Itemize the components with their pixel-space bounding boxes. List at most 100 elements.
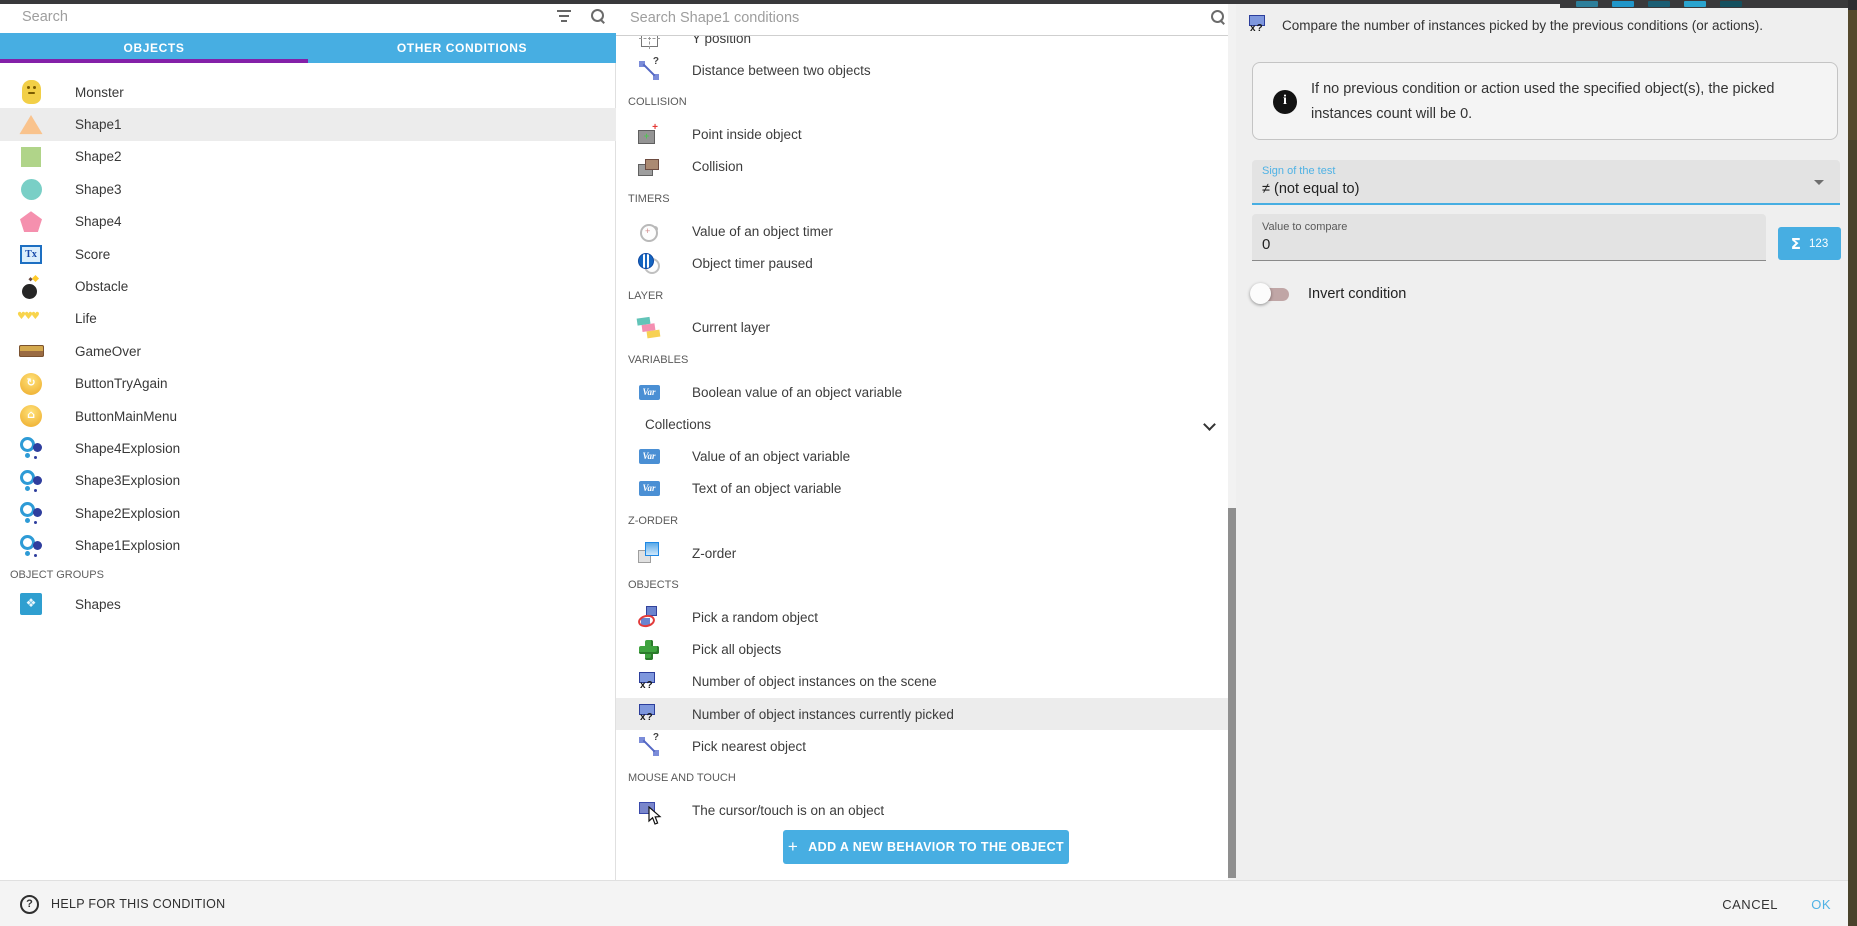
invert-condition-toggle[interactable] bbox=[1250, 282, 1294, 306]
condition-section-header: LAYER bbox=[616, 280, 1236, 312]
object-label: Shapes bbox=[75, 597, 121, 612]
help-icon bbox=[20, 895, 39, 914]
condition-label: Object timer paused bbox=[692, 256, 813, 271]
object-list-item[interactable]: Score bbox=[0, 238, 616, 270]
icon-box bbox=[18, 275, 44, 299]
scrollbar-thumb[interactable] bbox=[1228, 508, 1236, 878]
gameover-icon bbox=[19, 345, 44, 357]
monster-icon bbox=[22, 80, 41, 104]
condition-selector-panel: Y positionDistance between two objectsCO… bbox=[616, 0, 1236, 880]
object-list-item[interactable]: Shape1Explosion bbox=[0, 529, 616, 561]
mouse-cursor bbox=[648, 806, 662, 826]
cancel-button[interactable]: CANCEL bbox=[1722, 881, 1778, 926]
var-icon bbox=[639, 481, 660, 496]
tab-objects[interactable]: OBJECTS bbox=[0, 33, 308, 63]
add-behavior-button[interactable]: + ADD A NEW BEHAVIOR TO THE OBJECT bbox=[783, 830, 1069, 864]
condition-item[interactable]: Point inside object bbox=[616, 119, 1236, 151]
condition-description: Compare the number of instances picked b… bbox=[1282, 18, 1763, 33]
instruction-editor-dialog: OBJECTS OTHER CONDITIONS Monster Shape1 Sh… bbox=[0, 0, 1857, 926]
tab-other-conditions[interactable]: OTHER CONDITIONS bbox=[308, 33, 616, 63]
background-toolbar-fragment bbox=[1576, 1, 1598, 7]
layer-icon bbox=[636, 315, 663, 341]
object-list-item[interactable]: Shape2 bbox=[0, 141, 616, 173]
condition-item[interactable]: Value of an object timer bbox=[616, 215, 1236, 247]
object-group-item[interactable]: Shapes bbox=[0, 588, 616, 620]
conditions-search-bar bbox=[616, 0, 1236, 36]
triangle-icon bbox=[19, 115, 43, 135]
condition-item[interactable]: Boolean value of an object variable bbox=[616, 376, 1236, 408]
icon-box bbox=[18, 245, 44, 264]
object-label: Shape1Explosion bbox=[75, 538, 180, 553]
condition-item[interactable]: Object timer paused bbox=[616, 247, 1236, 279]
filter-icon[interactable] bbox=[556, 9, 572, 23]
icon-box bbox=[18, 436, 44, 460]
icon-box bbox=[637, 449, 661, 464]
circle-icon bbox=[21, 179, 42, 200]
objects-search-input[interactable] bbox=[22, 4, 522, 30]
condition-subcategory[interactable]: Collections bbox=[616, 408, 1236, 440]
expression-editor-button[interactable]: Σ 123 bbox=[1778, 227, 1841, 260]
help-label: HELP FOR THIS CONDITION bbox=[51, 897, 226, 911]
icon-box bbox=[637, 316, 661, 339]
object-list-item[interactable]: Shape4 bbox=[0, 206, 616, 238]
scrollbar-track[interactable] bbox=[1228, 0, 1236, 880]
plus-icon: + bbox=[788, 837, 798, 857]
object-list-item[interactable]: Shape3Explosion bbox=[0, 465, 616, 497]
condition-item[interactable]: Value of an object variable bbox=[616, 440, 1236, 472]
distance-icon bbox=[638, 59, 660, 81]
condition-label: Number of object instances on the scene bbox=[692, 674, 937, 689]
object-list-item[interactable]: ButtonTryAgain bbox=[0, 368, 616, 400]
object-list-item[interactable]: GameOver bbox=[0, 335, 616, 367]
icon-box bbox=[637, 157, 661, 177]
icon-box bbox=[637, 703, 661, 725]
condition-item[interactable]: Current layer bbox=[616, 312, 1236, 344]
condition-item[interactable]: Distance between two objects bbox=[616, 54, 1236, 86]
condition-item[interactable]: Z-order bbox=[616, 537, 1236, 569]
object-label: Shape3 bbox=[75, 182, 122, 197]
sign-of-test-value: ≠ (not equal to) bbox=[1262, 181, 1359, 197]
search-icon bbox=[1210, 9, 1226, 25]
object-list-item[interactable]: ButtonMainMenu bbox=[0, 400, 616, 432]
help-button[interactable]: HELP FOR THIS CONDITION bbox=[20, 881, 226, 926]
object-label: Shape4Explosion bbox=[75, 441, 180, 456]
condition-item[interactable]: Pick all objects bbox=[616, 634, 1236, 666]
condition-item[interactable]: Pick nearest object bbox=[616, 730, 1236, 762]
object-label: GameOver bbox=[75, 344, 141, 359]
value-to-compare-input[interactable] bbox=[1262, 236, 1742, 253]
ok-button[interactable]: OK bbox=[1811, 881, 1831, 926]
chevron-down-icon[interactable] bbox=[1203, 418, 1216, 431]
object-list-item[interactable]: Life bbox=[0, 303, 616, 335]
condition-item[interactable]: Collision bbox=[616, 151, 1236, 183]
add-behavior-label: ADD A NEW BEHAVIOR TO THE OBJECT bbox=[808, 840, 1064, 854]
object-list-item[interactable]: Shape4Explosion bbox=[0, 432, 616, 464]
icon-box bbox=[18, 312, 44, 326]
sign-of-test-label: Sign of the test bbox=[1262, 165, 1335, 177]
object-groups-header: OBJECT GROUPS bbox=[0, 562, 616, 588]
object-label: Shape1 bbox=[75, 117, 122, 132]
condition-item[interactable]: Number of object instances on the scene bbox=[616, 666, 1236, 698]
explosion-icon bbox=[19, 469, 43, 493]
icon-box bbox=[637, 385, 661, 400]
timer-paused-icon bbox=[637, 252, 661, 274]
object-list-item[interactable]: Shape2Explosion bbox=[0, 497, 616, 529]
object-list-item[interactable]: Obstacle bbox=[0, 270, 616, 302]
condition-label: Z-order bbox=[692, 546, 736, 561]
invert-condition-label: Invert condition bbox=[1308, 286, 1406, 302]
object-label: Shape2Explosion bbox=[75, 506, 180, 521]
condition-label: Number of object instances currently pic… bbox=[692, 707, 954, 722]
explosion-icon bbox=[19, 436, 43, 460]
condition-item[interactable]: Text of an object variable bbox=[616, 473, 1236, 505]
object-list-item[interactable]: Monster bbox=[0, 76, 616, 108]
condition-label: Pick a random object bbox=[692, 610, 818, 625]
condition-item[interactable]: The cursor/touch is on an object bbox=[616, 795, 1236, 827]
collision-icon bbox=[638, 157, 660, 177]
condition-item[interactable]: Number of object instances currently pic… bbox=[616, 698, 1236, 730]
condition-item[interactable]: Pick a random object bbox=[616, 601, 1236, 633]
object-list-item[interactable]: Shape3 bbox=[0, 173, 616, 205]
icon-box bbox=[18, 211, 44, 232]
value-to-compare-field[interactable]: Value to compare bbox=[1252, 214, 1766, 261]
sign-of-test-select[interactable]: Sign of the test ≠ (not equal to) bbox=[1252, 160, 1840, 205]
conditions-search-input[interactable] bbox=[630, 5, 1190, 31]
object-list-item[interactable]: Shape1 bbox=[0, 108, 616, 140]
background-toolbar-fragment bbox=[1720, 1, 1742, 7]
